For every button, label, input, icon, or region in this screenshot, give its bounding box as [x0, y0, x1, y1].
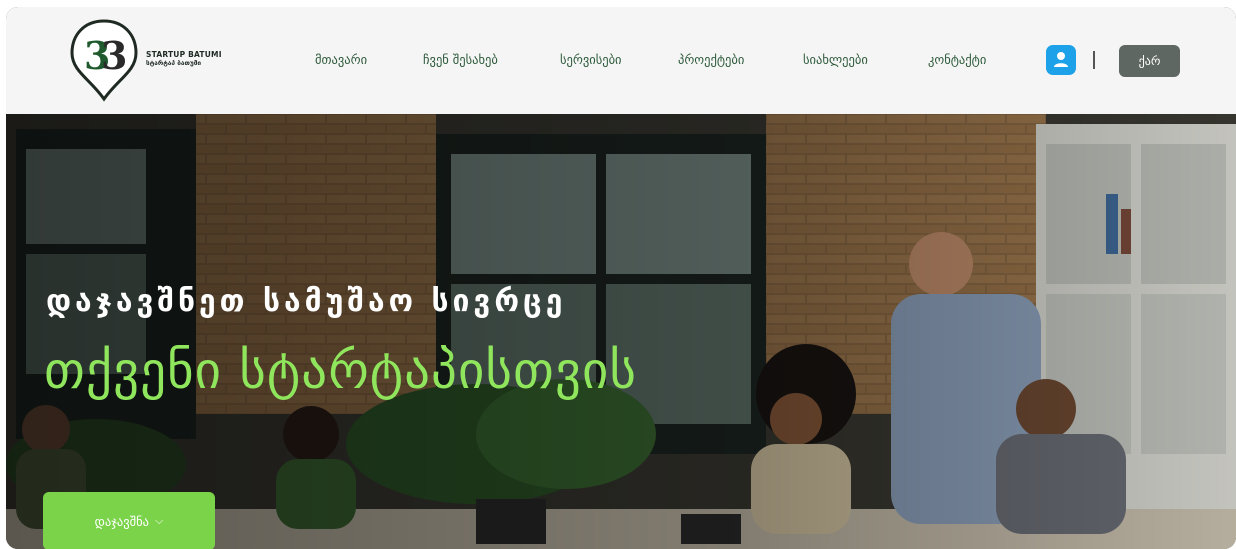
- book-button-label: დაჯავშნა: [94, 513, 149, 529]
- logo-icon[interactable]: 3 3: [68, 17, 140, 105]
- user-account-button[interactable]: [1046, 45, 1076, 75]
- hero-subtitle: დაჯავშნეთ სამუშაო სივრცე: [46, 284, 567, 319]
- brand-name-ka: სტარტაპ ბათუმი: [146, 59, 202, 67]
- header: 3 3 STARTUP BATUMI სტარტაპ ბათუმი მთავარ…: [6, 7, 1236, 114]
- nav-item-news[interactable]: სიახლეები: [803, 52, 868, 67]
- nav-item-contact[interactable]: კონტაქტი: [928, 52, 986, 67]
- chevron-down-icon: ⌵: [155, 514, 164, 527]
- nav-item-projects[interactable]: პროექტები: [678, 52, 744, 67]
- language-switcher[interactable]: ქარ: [1119, 45, 1180, 77]
- brand-text: STARTUP BATUMI სტარტაპ ბათუმი: [146, 50, 222, 67]
- nav-item-home[interactable]: მთავარი: [315, 52, 367, 67]
- brand-name: STARTUP BATUMI: [146, 50, 222, 59]
- hero-section: დაჯავშნეთ სამუშაო სივრცე თქვენი სტარტაპი…: [6, 114, 1236, 549]
- book-button[interactable]: დაჯავშნა ⌵: [43, 492, 215, 549]
- app-frame: 3 3 STARTUP BATUMI სტარტაპ ბათუმი მთავარ…: [6, 7, 1236, 549]
- user-icon: [1054, 52, 1068, 67]
- hero-title: თქვენი სტარტაპისთვის: [44, 342, 638, 401]
- nav-item-services[interactable]: სერვისები: [560, 52, 622, 67]
- hero-background-image: [6, 114, 1236, 549]
- nav-item-about[interactable]: ჩვენ შესახებ: [423, 52, 498, 67]
- divider: [1093, 51, 1095, 69]
- svg-text:3: 3: [101, 33, 127, 78]
